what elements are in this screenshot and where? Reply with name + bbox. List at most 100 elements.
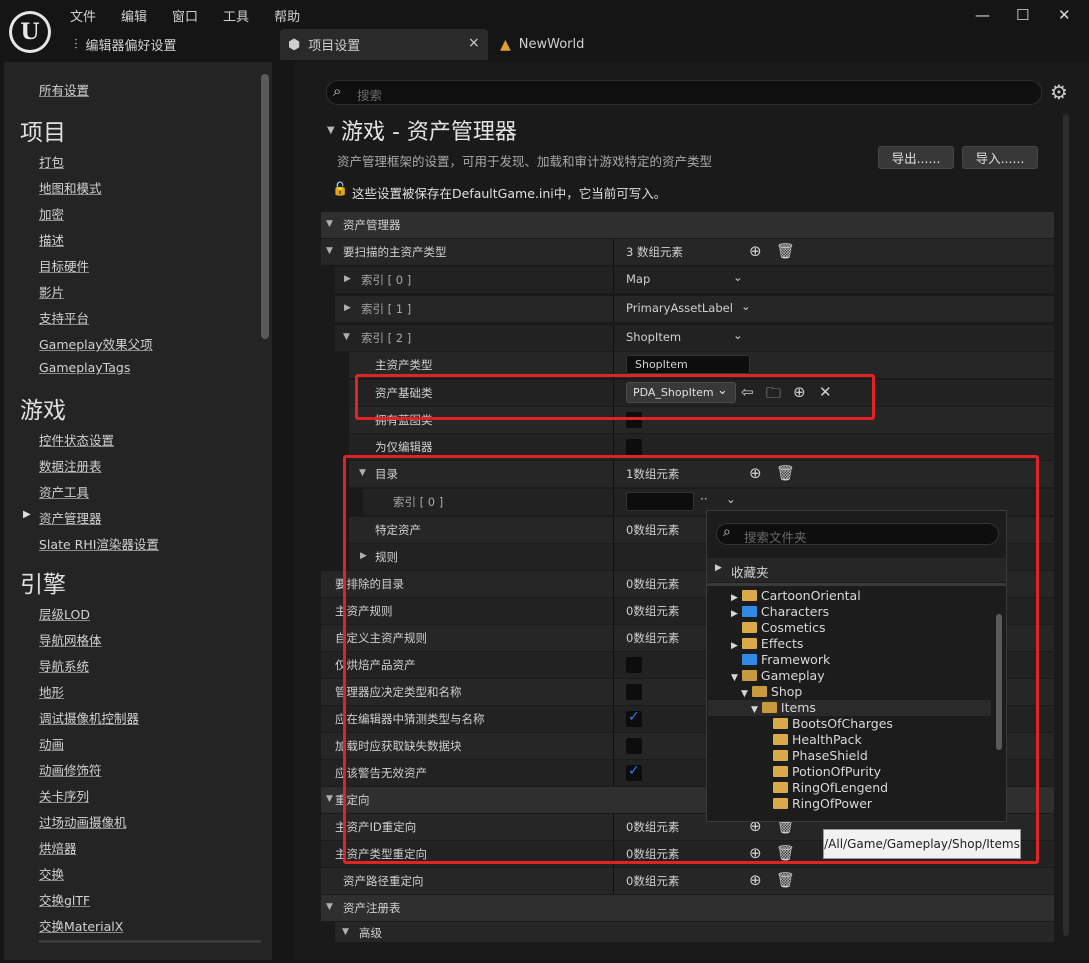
- chevron-down-icon[interactable]: ⌄: [733, 328, 743, 348]
- expand-arrow-icon: ▶: [715, 563, 722, 573]
- import-button[interactable]: 导入......: [962, 146, 1038, 169]
- settings-nav-panel: 所有设置 项目 打包 地图和模式 加密 描述 目标硬件 影片 支持平台 Game…: [4, 62, 272, 960]
- delete-icon[interactable]: 🗑: [776, 871, 795, 889]
- nav-item[interactable]: 交换MaterialX: [39, 916, 123, 935]
- nav-scrollbar[interactable]: [261, 74, 269, 339]
- folder-item-selected[interactable]: ▼ Items: [751, 700, 816, 716]
- folder-item[interactable]: ▶ Characters: [731, 604, 829, 620]
- nav-item[interactable]: 数据注册表: [39, 456, 102, 475]
- folder-item[interactable]: ▶ Effects: [731, 636, 803, 652]
- menu-help[interactable]: 帮助: [274, 6, 300, 25]
- nav-item[interactable]: 动画修饰符: [39, 760, 102, 779]
- nav-item[interactable]: 导航系统: [39, 656, 89, 675]
- nav-item[interactable]: 交换glTF: [39, 890, 90, 909]
- folder-item[interactable]: ▼ Shop: [741, 684, 802, 700]
- folder-item[interactable]: Framework: [742, 652, 830, 668]
- nav-item[interactable]: 影片: [39, 282, 64, 301]
- tab-newworld[interactable]: ▲ NewWorld: [500, 29, 620, 60]
- details-scrollbar[interactable]: [1063, 114, 1069, 936]
- nav-all-settings[interactable]: 所有设置: [39, 80, 89, 99]
- folder-item[interactable]: RingOfPower: [773, 796, 872, 812]
- folder-item[interactable]: PotionOfPurity: [773, 764, 881, 780]
- chevron-down-icon[interactable]: ⌄: [733, 270, 743, 290]
- nav-item[interactable]: 地图和模式: [39, 178, 102, 197]
- nav-item[interactable]: 交换: [39, 864, 64, 883]
- project-settings-icon: ⬢: [288, 36, 301, 53]
- nav-item[interactable]: 调试摄像机控制器: [39, 708, 139, 727]
- combo-value[interactable]: ShopItem: [626, 330, 681, 344]
- folder-item[interactable]: RingOfLengend: [773, 780, 888, 796]
- folder-item[interactable]: ▶ CartoonOriental: [731, 588, 861, 604]
- nav-item[interactable]: 加密: [39, 204, 64, 223]
- minimize-button[interactable]: —: [975, 6, 990, 24]
- gear-icon[interactable]: ⚙: [1050, 80, 1068, 104]
- tab-close-button[interactable]: ×: [468, 35, 480, 51]
- menu-bar: 文件 编辑 窗口 工具 帮助: [70, 6, 325, 25]
- expand-arrow-icon[interactable]: ▼: [326, 246, 333, 256]
- unreal-logo[interactable]: U: [9, 11, 51, 53]
- folder-item[interactable]: BootsOfCharges: [773, 716, 893, 732]
- combo-value[interactable]: PrimaryAssetLabel: [626, 301, 733, 315]
- folder-item[interactable]: ▼ Gameplay: [731, 668, 825, 684]
- export-button[interactable]: 导出......: [878, 146, 954, 169]
- nav-item-asset-manager[interactable]: 资产管理器: [39, 508, 102, 527]
- tab-project-settings[interactable]: ⬢ 项目设置 ×: [280, 29, 488, 60]
- search-input[interactable]: ⌕ 搜索: [326, 80, 1042, 105]
- expand-arrow-icon: ▼: [326, 794, 333, 804]
- category-label: 资产注册表: [343, 901, 401, 915]
- nav-item[interactable]: 动画: [39, 734, 64, 753]
- folder-search-input[interactable]: ⌕ 搜索文件夹: [716, 523, 999, 545]
- nav-item[interactable]: 目标硬件: [39, 256, 89, 275]
- title-bar: U 文件 编辑 窗口 工具 帮助 — ☐ ✕ ⫶ 编辑器偏好设置 ⬢ 项目设置 …: [0, 0, 1089, 62]
- nav-item[interactable]: 描述: [39, 230, 64, 249]
- nav-section-game: 游戏: [20, 398, 66, 424]
- category-asset-manager[interactable]: ▼ 资产管理器: [321, 212, 1054, 238]
- unlock-icon: 🔓: [332, 182, 349, 197]
- folder-picker-popup: ⌕ 搜索文件夹 ▶ 收藏夹 ▶ CartoonOriental ▶ Characte…: [706, 510, 1007, 822]
- menu-window[interactable]: 窗口: [172, 6, 198, 25]
- array-index-0: ▶ 索引 [ 0 ] Map ⌄: [321, 267, 1054, 293]
- nav-item[interactable]: GameplayTags: [39, 360, 130, 375]
- tab-editor-preferences[interactable]: ⫶ 编辑器偏好设置: [74, 29, 274, 60]
- category-advanced[interactable]: ▼ 高级: [321, 922, 1054, 942]
- expand-arrow-icon[interactable]: ▶: [344, 303, 351, 313]
- nav-item[interactable]: 关卡序列: [39, 786, 89, 805]
- collapse-arrow-icon[interactable]: ▼: [327, 125, 335, 136]
- folder-item[interactable]: PhaseShield: [773, 748, 868, 764]
- folder-item[interactable]: HealthPack: [773, 732, 862, 748]
- maximize-button[interactable]: ☐: [1016, 6, 1029, 24]
- folder-tree-scrollbar[interactable]: [996, 614, 1002, 750]
- delete-icon[interactable]: 🗑: [776, 242, 795, 260]
- expand-arrow-icon[interactable]: ▶: [344, 274, 351, 284]
- menu-file[interactable]: 文件: [70, 6, 96, 25]
- nav-item[interactable]: 地形: [39, 682, 64, 701]
- nav-item[interactable]: 打包: [39, 152, 64, 171]
- panel-splitter[interactable]: [276, 62, 294, 960]
- menu-edit[interactable]: 编辑: [121, 6, 147, 25]
- nav-item[interactable]: 导航网格体: [39, 630, 102, 649]
- nav-horizontal-scrollbar[interactable]: [39, 940, 261, 943]
- combo-value[interactable]: Map: [626, 272, 650, 286]
- expand-arrow-icon[interactable]: ▼: [343, 332, 350, 342]
- menu-tools[interactable]: 工具: [223, 6, 249, 25]
- search-icon: ⌕: [333, 82, 342, 100]
- nav-item[interactable]: 资产工具: [39, 482, 89, 501]
- category-asset-registry[interactable]: ▼ 资产注册表: [321, 895, 1054, 921]
- nav-item[interactable]: 过场动画摄像机: [39, 812, 127, 831]
- folder-item[interactable]: Cosmetics: [742, 620, 826, 636]
- chevron-down-icon[interactable]: ⌄: [741, 299, 751, 319]
- nav-item[interactable]: 烘焙器: [39, 838, 77, 857]
- favorites-label: 收藏夹: [731, 565, 769, 580]
- nav-item[interactable]: 控件状态设置: [39, 430, 114, 449]
- favorites-header[interactable]: ▶ 收藏夹: [707, 558, 1006, 582]
- nav-item[interactable]: Slate RHI渲染器设置: [39, 534, 159, 553]
- nav-item[interactable]: 支持平台: [39, 308, 89, 327]
- add-element-icon[interactable]: ⊕: [749, 871, 762, 889]
- array-count: 0数组元素: [626, 874, 680, 888]
- nav-item[interactable]: Gameplay效果父项: [39, 334, 153, 353]
- add-element-icon[interactable]: ⊕: [749, 242, 762, 260]
- nav-item[interactable]: 层级LOD: [39, 604, 90, 623]
- primary-asset-type-field[interactable]: ShopItem: [626, 355, 750, 374]
- editor-only-checkbox[interactable]: [626, 439, 642, 455]
- close-window-button[interactable]: ✕: [1058, 6, 1071, 24]
